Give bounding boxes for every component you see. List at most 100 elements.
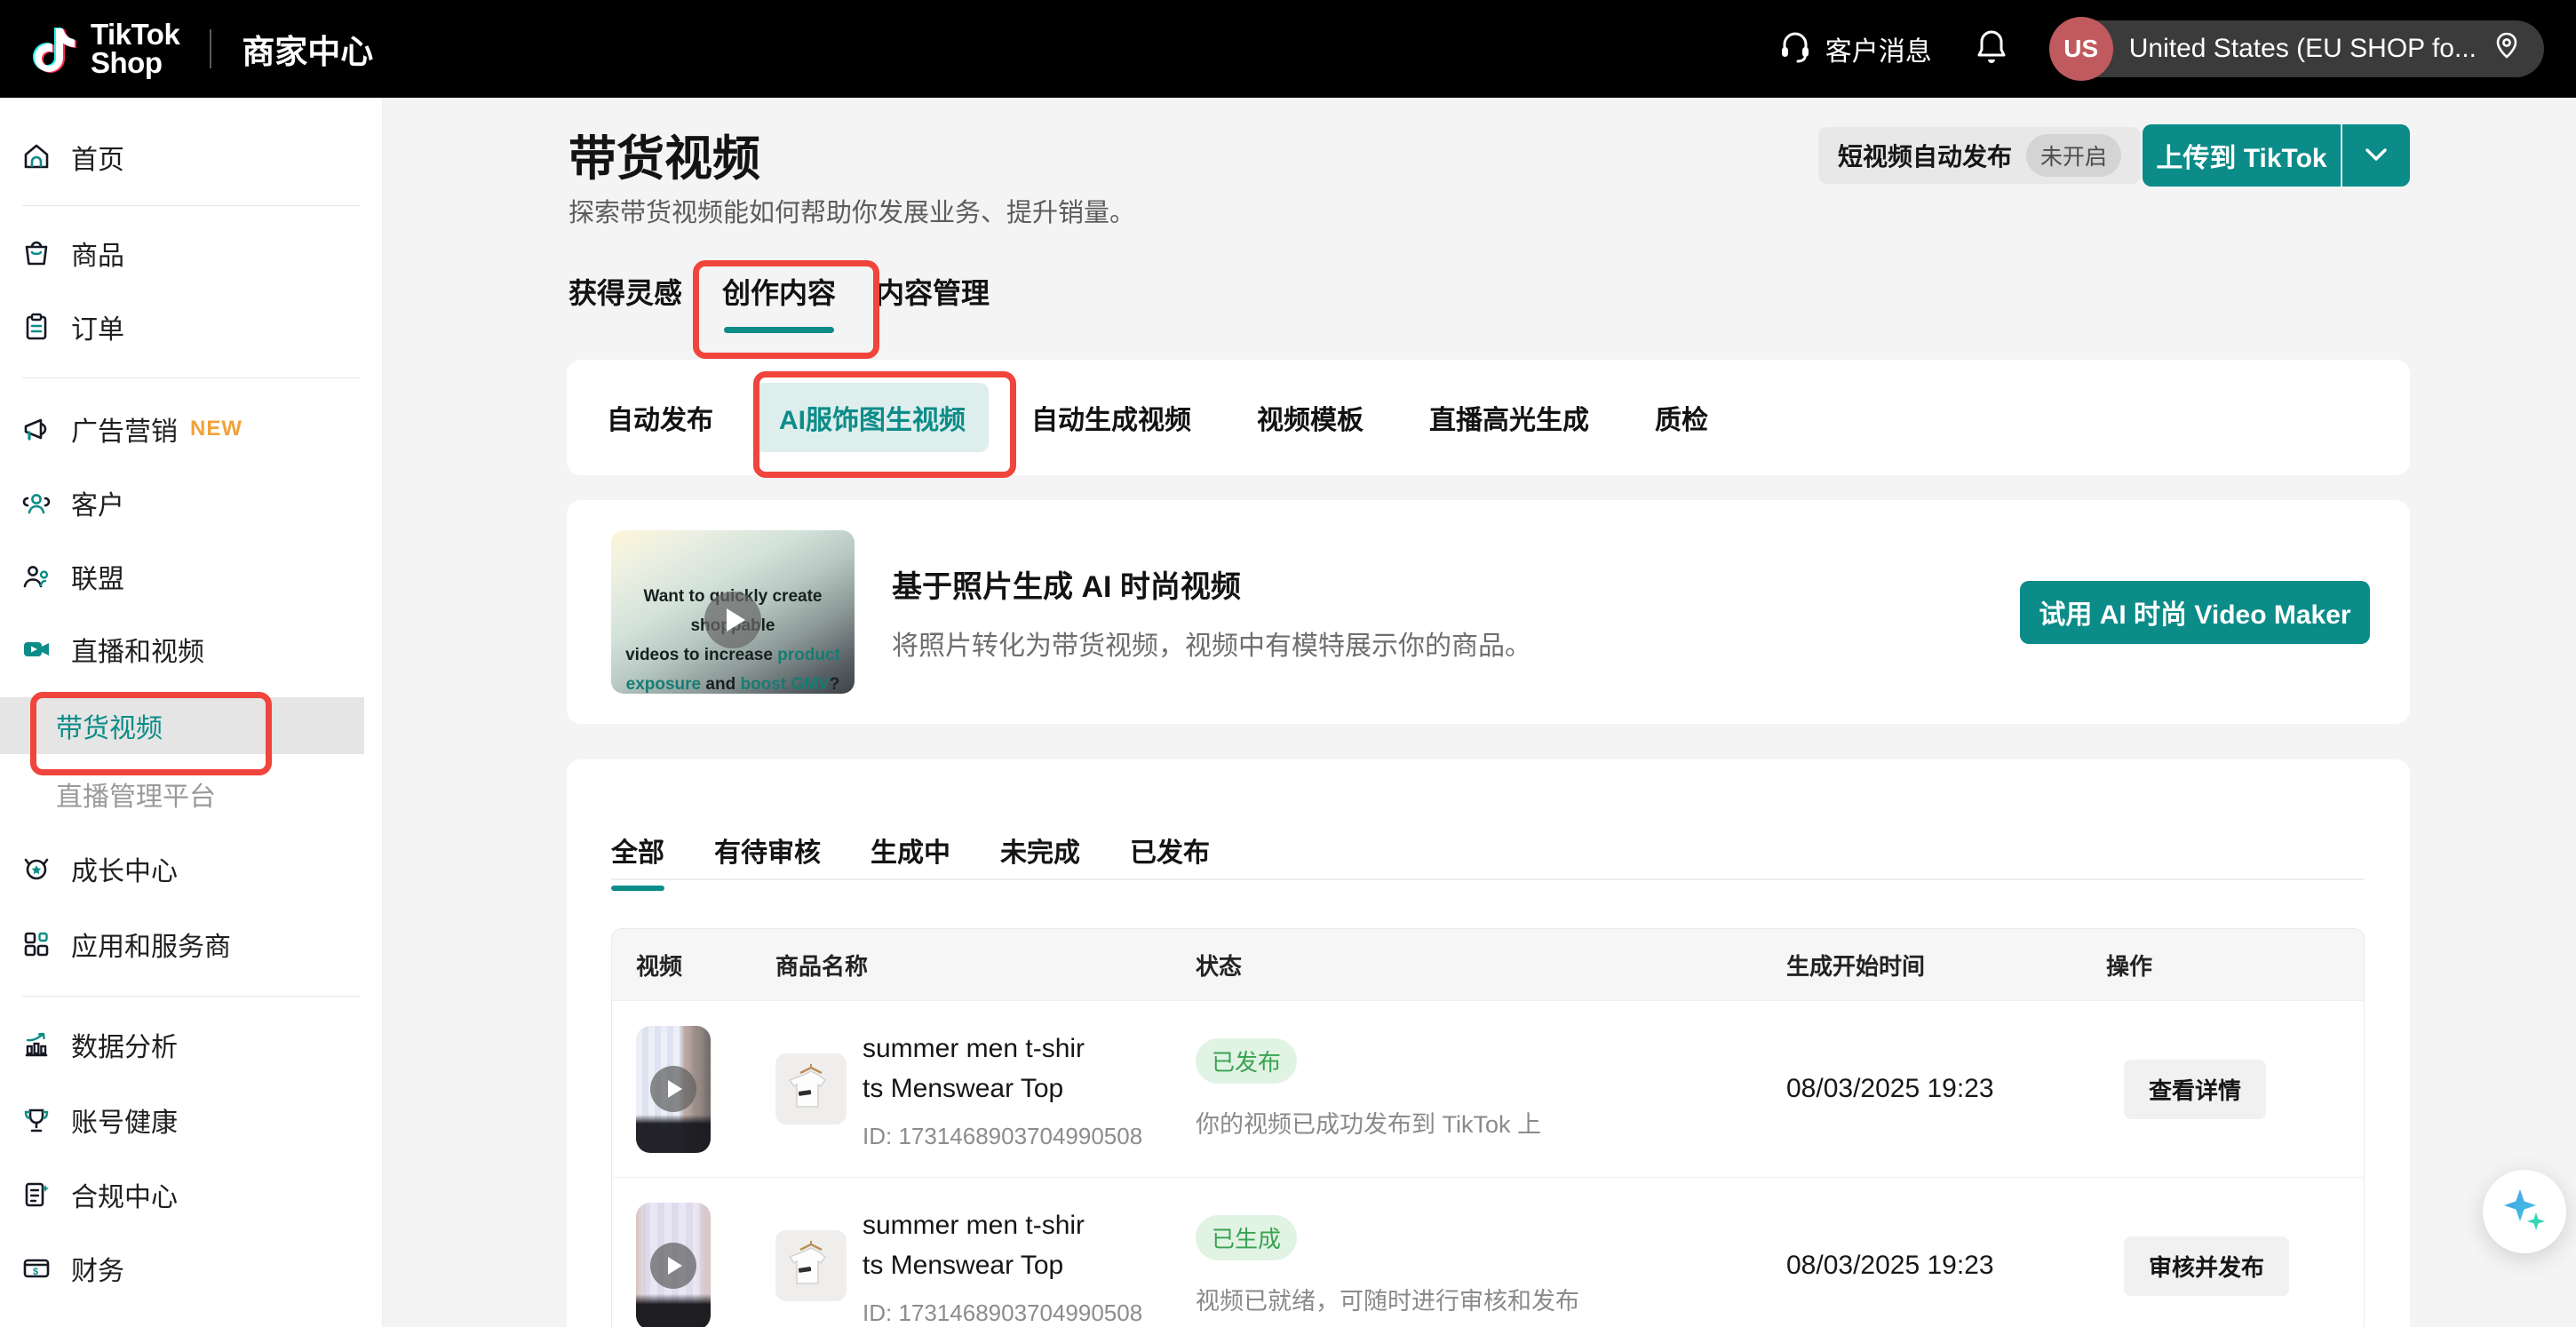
brand-wordmark: TikTok Shop (91, 20, 179, 77)
tab-create-content[interactable]: 创作内容 (722, 271, 836, 330)
filter-all[interactable]: 全部 (611, 830, 664, 891)
sidebar-item-shoppable-videos[interactable]: 带货视频 (0, 697, 364, 754)
column-header-actions: 操作 (2106, 949, 2364, 981)
ai-fashion-banner: Want to quickly create shoppable videos … (567, 500, 2410, 724)
view-details-button[interactable]: 查看详情 (2124, 1060, 2266, 1119)
tab-content-management[interactable]: 内容管理 (876, 271, 990, 330)
product-id: ID: 1731468903704990508 (863, 1299, 1142, 1327)
subtab-quality-check[interactable]: 质检 (1655, 398, 1708, 437)
status-filter-tabs: 全部 有待审核 生成中 未完成 已发布 (611, 830, 1210, 891)
status-description: 你的视频已成功发布到 TikTok 上 (1196, 1105, 1786, 1140)
status-badge: 已生成 (1196, 1215, 1297, 1260)
megaphone-icon (21, 414, 52, 444)
subtab-ai-fashion-video[interactable]: AI服饰图生视频 (756, 383, 989, 452)
filter-pending-review[interactable]: 有待审核 (714, 830, 821, 891)
sidebar-item-analytics[interactable]: 数据分析 (0, 1016, 364, 1073)
compliance-doc-icon (21, 1180, 52, 1210)
filter-generating[interactable]: 生成中 (871, 830, 950, 891)
column-header-product-name: 商品名称 (775, 949, 1196, 981)
location-pin-icon (2493, 31, 2521, 67)
product-name: summer men t-shirts Menswear Top (863, 1029, 1088, 1108)
sidebar-item-account-health[interactable]: 账号健康 (0, 1092, 364, 1148)
banner-video-thumbnail[interactable]: Want to quickly create shoppable videos … (611, 530, 855, 694)
table-header: 视频 商品名称 状态 生成开始时间 操作 (612, 929, 2364, 1000)
sidebar-item-products[interactable]: 商品 (0, 225, 364, 282)
status-description: 视频已就绪，可随时进行审核和发布 (1196, 1282, 1786, 1316)
column-header-video: 视频 (636, 949, 775, 981)
notifications-bell-icon[interactable] (1975, 28, 2008, 71)
sidebar-item-live-management[interactable]: 直播管理平台 (0, 766, 364, 822)
video-camera-icon (21, 634, 52, 664)
videos-table: 视频 商品名称 状态 生成开始时间 操作 (611, 928, 2365, 1327)
sidebar-item-affiliate[interactable]: 联盟 (0, 548, 364, 605)
clipboard-icon (21, 312, 52, 342)
region-label: United States (EU SHOP fo... (2129, 34, 2477, 64)
sidebar-item-compliance[interactable]: 合规中心 (0, 1166, 364, 1223)
banner-description: 将照片转化为带货视频，视频中有模特展示你的商品。 (892, 624, 1531, 663)
status-badge: 已发布 (1196, 1038, 1297, 1084)
sidebar-item-ads[interactable]: 广告营销 NEW (0, 401, 364, 457)
table-row: summer men t-shirts Menswear Top ID: 173… (612, 1177, 2364, 1327)
filter-published[interactable]: 已发布 (1130, 830, 1210, 891)
sidebar-item-customers[interactable]: 客户 (0, 474, 364, 531)
sidebar-divider (22, 205, 360, 206)
subtab-auto-generate-video[interactable]: 自动生成视频 (1031, 398, 1191, 437)
chevron-down-icon[interactable] (2342, 124, 2410, 187)
customer-messages-label: 客户消息 (1825, 29, 1932, 68)
ai-assistant-fab[interactable] (2483, 1170, 2566, 1253)
product-id: ID: 1731468903704990508 (863, 1123, 1142, 1150)
subtab-auto-publish[interactable]: 自动发布 (607, 398, 713, 437)
subtab-card: 自动发布 AI服饰图生视频 自动生成视频 视频模板 直播高光生成 质检 (567, 360, 2410, 475)
trophy-icon (21, 1105, 52, 1135)
play-icon (650, 1243, 696, 1289)
product-thumbnail (775, 1053, 847, 1124)
sparkles-icon (2500, 1186, 2548, 1238)
sidebar: 首页 商品 订单 广告营销 NEW 客户 联盟 (0, 98, 383, 1327)
grid-icon (21, 929, 52, 959)
video-thumbnail[interactable] (636, 1026, 711, 1153)
video-list-card: 全部 有待审核 生成中 未完成 已发布 视频 商品名称 状态 生成开始时间 操作 (567, 759, 2410, 1327)
filter-incomplete[interactable]: 未完成 (1000, 830, 1080, 891)
headset-icon (1777, 28, 1813, 70)
affiliate-icon (21, 561, 52, 592)
tiktok-note-icon (32, 21, 78, 77)
sidebar-item-apps-services[interactable]: 应用和服务商 (0, 916, 364, 973)
column-header-start-time: 生成开始时间 (1786, 949, 2106, 981)
sidebar-item-home[interactable]: 首页 (0, 129, 364, 186)
table-row: summer men t-shirts Menswear Top ID: 173… (612, 1000, 2364, 1177)
tab-get-inspired[interactable]: 获得灵感 (568, 271, 682, 330)
home-icon (21, 142, 52, 172)
banner-title: 基于照片生成 AI 时尚视频 (892, 562, 1531, 606)
column-header-status: 状态 (1196, 949, 1786, 981)
filter-divider-line (611, 878, 2365, 880)
subtab-video-templates[interactable]: 视频模板 (1257, 398, 1364, 437)
shopping-bag-icon (21, 238, 52, 268)
customers-icon (21, 488, 52, 518)
sidebar-item-growth-center[interactable]: 成长中心 (0, 840, 364, 897)
play-icon (650, 1066, 696, 1112)
generation-start-time: 08/03/2025 19:23 (1786, 1251, 1994, 1280)
customer-messages-button[interactable]: 客户消息 (1777, 28, 1932, 70)
sidebar-item-finance[interactable]: $ 财务 (0, 1240, 364, 1297)
upload-to-tiktok-button[interactable]: 上传到 TikTok (2143, 124, 2410, 187)
finance-icon: $ (21, 1253, 52, 1283)
sidebar-item-orders[interactable]: 订单 (0, 298, 364, 355)
subtab-live-highlights[interactable]: 直播高光生成 (1429, 398, 1589, 437)
video-thumbnail[interactable] (636, 1203, 711, 1327)
medal-icon (21, 854, 52, 884)
product-name: summer men t-shirts Menswear Top (863, 1205, 1088, 1285)
seller-center-title: 商家中心 (242, 25, 373, 73)
play-icon[interactable] (704, 592, 761, 648)
active-filter-underline (611, 886, 664, 891)
review-and-publish-button[interactable]: 审核并发布 (2124, 1236, 2289, 1296)
product-thumbnail (775, 1230, 847, 1301)
generation-start-time: 08/03/2025 19:23 (1786, 1074, 1994, 1103)
auto-publish-status-badge: 未开启 (2026, 134, 2121, 177)
active-tab-underline (724, 327, 834, 333)
region-selector[interactable]: US United States (EU SHOP fo... (2051, 20, 2544, 77)
auto-publish-button[interactable]: 短视频自动发布 未开启 (1818, 127, 2141, 184)
sidebar-item-live-video[interactable]: 直播和视频 (0, 621, 364, 678)
tiktok-shop-logo[interactable]: TikTok Shop (32, 20, 179, 77)
try-ai-fashion-video-maker-button[interactable]: 试用 AI 时尚 Video Maker (2020, 581, 2370, 644)
main-content: 带货视频 探索带货视频能如何帮助你发展业务、提升销量。 短视频自动发布 未开启 … (382, 98, 2576, 1327)
